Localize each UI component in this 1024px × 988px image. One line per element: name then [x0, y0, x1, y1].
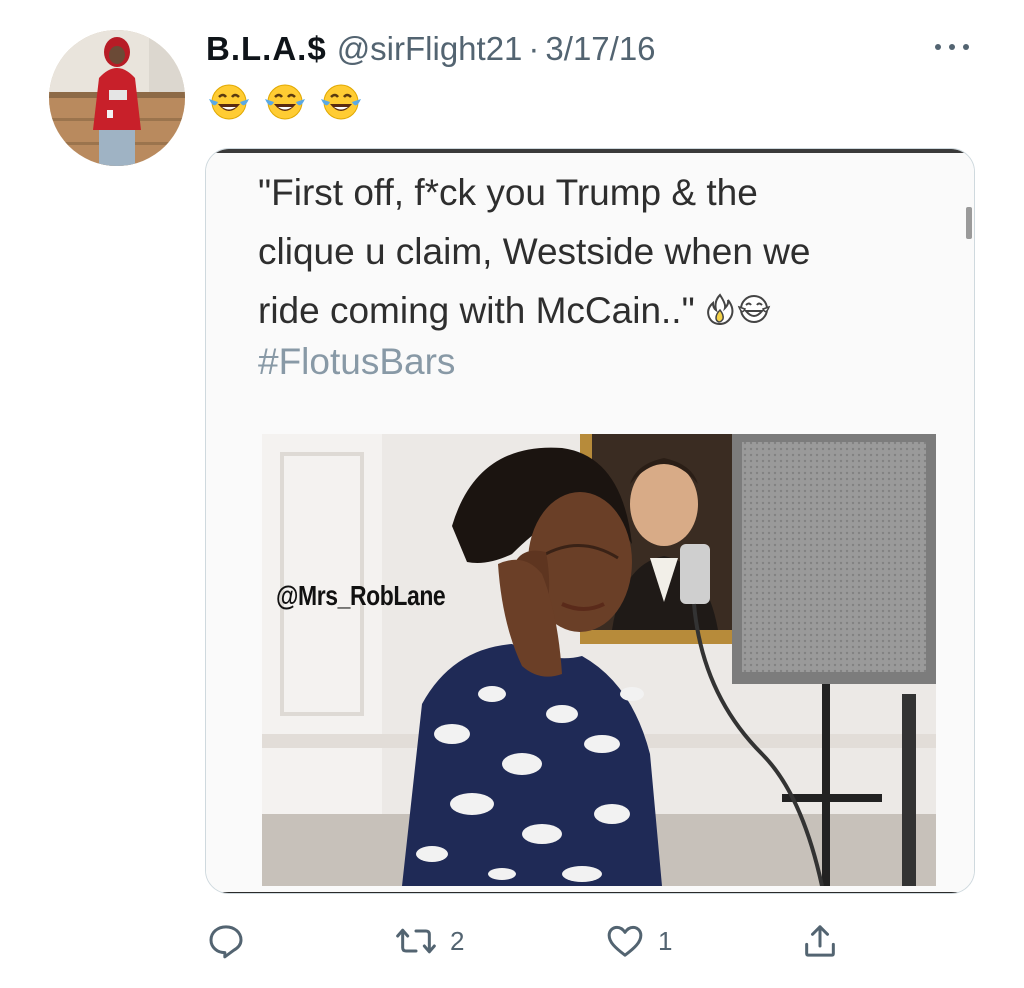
- more-options-button[interactable]: [928, 30, 976, 64]
- share-button[interactable]: [800, 914, 840, 968]
- display-name[interactable]: B.L.A.$: [206, 30, 327, 68]
- tweet-actions: 2 1: [206, 914, 906, 968]
- studio-photo: [262, 434, 936, 886]
- meme-image: "First off, f*ck you Trump & the clique …: [206, 149, 974, 893]
- share-icon: [805, 925, 835, 957]
- heart-icon: [607, 925, 643, 957]
- retweet-icon: [396, 928, 436, 954]
- tweet-header: B.L.A.$ @sirFlight21 · 3/17/16: [206, 26, 984, 72]
- meme-emojis: [703, 284, 771, 343]
- meme-photo: @Mrs_RobLane: [262, 434, 936, 886]
- scrollbar: [966, 207, 972, 239]
- face-with-tears-of-joy-icon: [265, 84, 305, 120]
- watermark: @Mrs_RobLane: [276, 580, 446, 611]
- fire-icon: [706, 293, 734, 325]
- tweet-text: [206, 80, 364, 124]
- divider: [206, 892, 974, 893]
- avatar[interactable]: [49, 30, 185, 166]
- face-with-tears-of-joy-icon: [209, 84, 249, 120]
- reply-icon: [209, 925, 243, 959]
- avatar-photo: [49, 30, 185, 166]
- reply-button[interactable]: [206, 914, 246, 968]
- separator-dot: ·: [528, 30, 540, 67]
- more-icon: [935, 44, 969, 50]
- like-button[interactable]: 1: [604, 914, 672, 968]
- face-with-tears-of-joy-icon: [321, 84, 361, 120]
- meme-quote-text: "First off, f*ck you Trump & the clique …: [258, 163, 948, 343]
- meme-hashtag: #FlotusBars: [258, 341, 456, 382]
- divider: [206, 149, 974, 153]
- like-count: 1: [658, 925, 673, 956]
- tweet: B.L.A.$ @sirFlight21 · 3/17/16 "First of…: [0, 0, 1024, 988]
- media-card[interactable]: "First off, f*ck you Trump & the clique …: [205, 148, 975, 894]
- face-with-tears-of-joy-icon: [737, 294, 770, 323]
- tweet-date[interactable]: 3/17/16: [545, 30, 655, 68]
- user-handle[interactable]: @sirFlight21: [337, 30, 523, 68]
- retweet-button[interactable]: 2: [394, 914, 464, 968]
- retweet-count: 2: [450, 925, 465, 956]
